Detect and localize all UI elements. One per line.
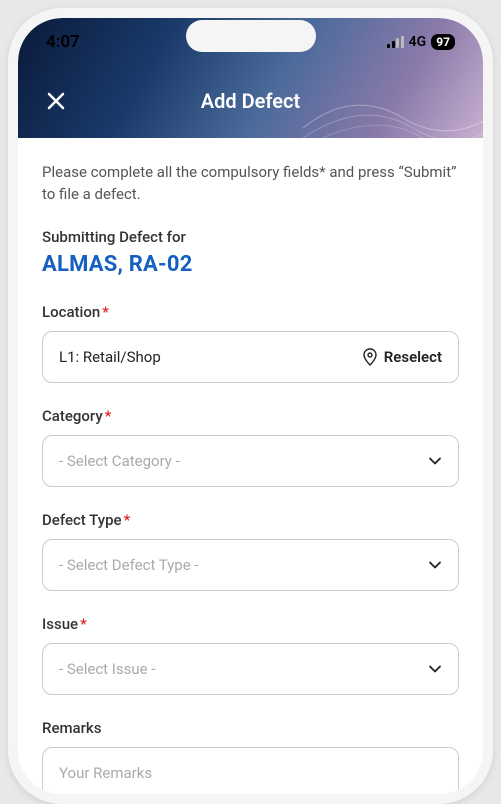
issue-select[interactable]: - Select Issue - <box>42 643 459 695</box>
location-label: Location* <box>42 303 459 321</box>
remarks-input[interactable]: Your Remarks <box>42 747 459 795</box>
issue-label: Issue* <box>42 615 459 633</box>
signal-icon <box>387 36 404 48</box>
chevron-down-icon <box>428 662 442 676</box>
battery-icon: 97 <box>431 34 455 50</box>
location-value: L1: Retail/Shop <box>59 348 362 366</box>
defect-type-placeholder: - Select Defect Type - <box>59 556 428 574</box>
phone-screen: 4:07 4G 97 Add Defect Please complete al… <box>18 18 483 794</box>
phone-frame: 4:07 4G 97 Add Defect Please complete al… <box>8 8 493 804</box>
network-label: 4G <box>409 34 427 50</box>
status-time: 4:07 <box>46 32 80 52</box>
remarks-label: Remarks <box>42 719 459 737</box>
issue-placeholder: - Select Issue - <box>59 660 428 678</box>
close-icon[interactable] <box>44 89 68 113</box>
entity-name: ALMAS, RA-02 <box>42 252 459 277</box>
category-label: Category* <box>42 407 459 425</box>
chevron-down-icon <box>428 454 442 468</box>
chevron-down-icon <box>428 558 442 572</box>
location-field[interactable]: L1: Retail/Shop Reselect <box>42 331 459 383</box>
category-placeholder: - Select Category - <box>59 452 428 470</box>
page-title: Add Defect <box>201 89 300 113</box>
remarks-placeholder: Your Remarks <box>59 764 442 782</box>
location-pin-icon <box>362 348 378 366</box>
defect-type-select[interactable]: - Select Defect Type - <box>42 539 459 591</box>
instruction-text: Please complete all the compulsory field… <box>42 162 459 206</box>
notch <box>186 20 316 52</box>
reselect-button[interactable]: Reselect <box>362 348 442 366</box>
submitting-label: Submitting Defect for <box>42 228 459 246</box>
status-right: 4G 97 <box>387 34 455 50</box>
defect-type-label: Defect Type* <box>42 511 459 529</box>
header-bar: Add Defect <box>18 76 483 126</box>
category-select[interactable]: - Select Category - <box>42 435 459 487</box>
form-content: Please complete all the compulsory field… <box>18 138 483 794</box>
